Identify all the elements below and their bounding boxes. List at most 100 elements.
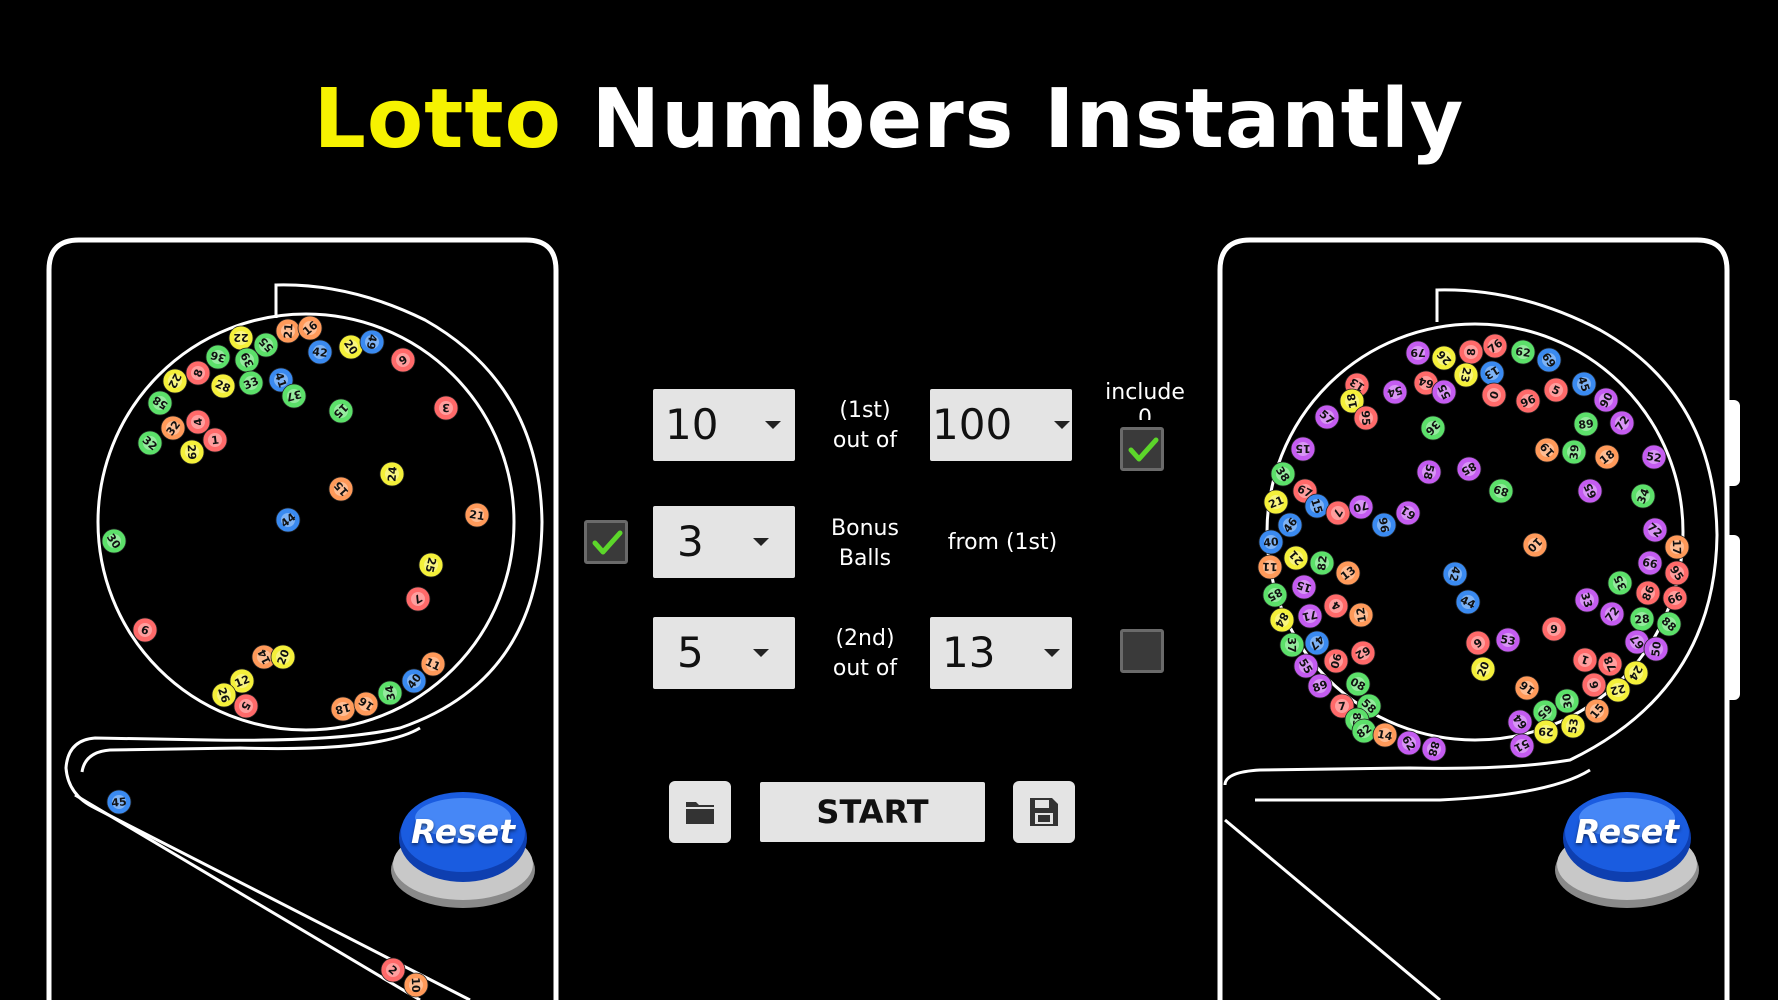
lotto-ball: 1 [202, 427, 228, 453]
lotto-ball: 95 [1353, 405, 1379, 431]
lotto-ball: 96 [1515, 388, 1541, 414]
left-reset-label: Reset [411, 812, 515, 851]
lotto-ball: 44 [1455, 589, 1481, 615]
lotto-ball: 79 [1405, 340, 1431, 366]
right-reset-button[interactable]: Reset [1552, 790, 1702, 910]
lotto-ball: 15 [1290, 436, 1316, 462]
lotto-ball: 70 [1348, 494, 1374, 520]
lotto-ball: 08 [1345, 671, 1371, 697]
bonus-balls-checkbox[interactable] [584, 520, 628, 564]
lotto-ball: 9 [1465, 630, 1491, 656]
right-reset-label: Reset [1575, 812, 1679, 851]
lotto-ball-number: 28 [1634, 612, 1650, 626]
lotto-ball-number: 7 [1338, 700, 1347, 714]
floppy-disk-icon [1030, 798, 1058, 826]
second-set-checkbox[interactable] [1120, 629, 1164, 673]
lotto-ball: 10 [403, 972, 429, 998]
include-zero-checkbox[interactable] [1120, 427, 1164, 471]
lotto-ball: 4 [185, 409, 211, 435]
lotto-ball: 22 [1605, 677, 1631, 703]
lotto-ball: 13 [1479, 360, 1505, 386]
bonus-count-value: 3 [677, 517, 704, 566]
include-label-line1: include [1105, 380, 1185, 405]
lotto-ball: 8 [1458, 339, 1484, 365]
lotto-ball: 78 [1597, 651, 1623, 677]
lotto-ball: 15 [1584, 698, 1610, 724]
lotto-ball-number: 79 [1410, 346, 1425, 359]
lotto-ball: 89 [1307, 673, 1333, 699]
lotto-ball: 9 [1581, 672, 1607, 698]
lotto-ball: 0 [1481, 382, 1507, 408]
lotto-ball: 26 [211, 682, 237, 708]
lotto-ball-number: 11 [1262, 560, 1278, 574]
lotto-ball-number: 3 [442, 401, 450, 414]
lotto-ball: 21 [464, 502, 490, 528]
lotto-ball: 5 [1543, 377, 1569, 403]
lotto-ball: 76 [1482, 333, 1508, 359]
lotto-ball: 30 [101, 528, 127, 554]
lotto-ball: 20 [1470, 656, 1496, 682]
lotto-ball: 26 [1431, 345, 1457, 371]
lotto-ball-number: 95 [1359, 410, 1373, 426]
second-label-line2: out of [832, 656, 898, 681]
right-side-handle-top[interactable] [1728, 400, 1740, 486]
save-button[interactable] [1013, 781, 1075, 843]
lotto-ball: 64 [1507, 709, 1533, 735]
lotto-ball: 21 [1283, 545, 1309, 571]
bonus-balls-label: Bonus Balls [800, 514, 930, 574]
lotto-ball: 5 [233, 693, 259, 719]
lotto-ball: 33 [238, 370, 264, 396]
lotto-ball: 55 [1431, 379, 1457, 405]
lotto-ball: 58 [147, 390, 173, 416]
lotto-ball: 28 [210, 373, 236, 399]
lotto-ball: 39 [1561, 439, 1587, 465]
lotto-ball: 82 [1351, 718, 1377, 744]
lotto-ball: 88 [1421, 736, 1447, 762]
lotto-ball: 37 [1279, 632, 1305, 658]
lotto-ball: 29 [179, 439, 205, 465]
lotto-ball-number: 50 [1649, 640, 1664, 657]
second-max-dropdown[interactable]: 13 [930, 617, 1072, 689]
lotto-ball: 14 [1372, 722, 1398, 748]
lotto-ball-number: 34 [383, 684, 399, 702]
lotto-ball: 18 [1594, 444, 1620, 470]
lotto-ball: 22 [162, 368, 188, 394]
lotto-ball-number: 10 [409, 977, 423, 993]
lotto-ball: 84 [1269, 607, 1295, 633]
first-count-dropdown[interactable]: 10 [653, 389, 795, 461]
lotto-ball: 40 [401, 668, 427, 694]
bonus-count-dropdown[interactable]: 3 [653, 506, 795, 578]
lotto-ball: 47 [1304, 630, 1330, 656]
lotto-ball: 61 [1395, 500, 1421, 526]
open-button[interactable] [669, 781, 731, 843]
lotto-ball: 72 [1642, 517, 1668, 543]
lotto-ball: 89 [1573, 411, 1599, 437]
lotto-ball: 19 [1534, 437, 1560, 463]
lotto-ball: 71 [1297, 603, 1323, 629]
right-ball-group: 79 26 8 76 62 6923 1364 55 0 965 4506541318728957 9… [1257, 333, 1690, 762]
second-count-dropdown[interactable]: 5 [653, 617, 795, 689]
lotto-ball: 11 [420, 651, 446, 677]
start-button[interactable]: START [760, 782, 985, 842]
bonus-label-line1: Bonus [831, 516, 899, 541]
bonus-label-line2: Balls [838, 546, 892, 571]
second-count-chevron-down-icon [753, 649, 769, 657]
lotto-ball: 17 [1664, 534, 1690, 560]
second-max-chevron-down-icon [1044, 649, 1060, 657]
first-label-line2: out of [832, 428, 898, 453]
lotto-ball: 54 [1382, 379, 1408, 405]
lotto-ball: 40 [1258, 529, 1284, 555]
second-label-line1: (2nd) [835, 626, 895, 651]
right-side-handle-bottom[interactable] [1728, 535, 1740, 700]
left-reset-button[interactable]: Reset [388, 790, 538, 910]
lotto-ball: 50 [1643, 636, 1669, 662]
folder-icon [686, 802, 714, 824]
lotto-ball: 2 [380, 957, 406, 983]
lotto-ball: 72 [1599, 601, 1625, 627]
lotto-ball: 16 [297, 315, 323, 341]
lotto-ball: 22 [228, 325, 254, 351]
lotto-ball: 20 [270, 644, 296, 670]
lotto-ball-number: 15 [1295, 442, 1311, 455]
first-max-dropdown[interactable]: 100 [930, 389, 1072, 461]
lotto-ball: 44 [275, 507, 301, 533]
